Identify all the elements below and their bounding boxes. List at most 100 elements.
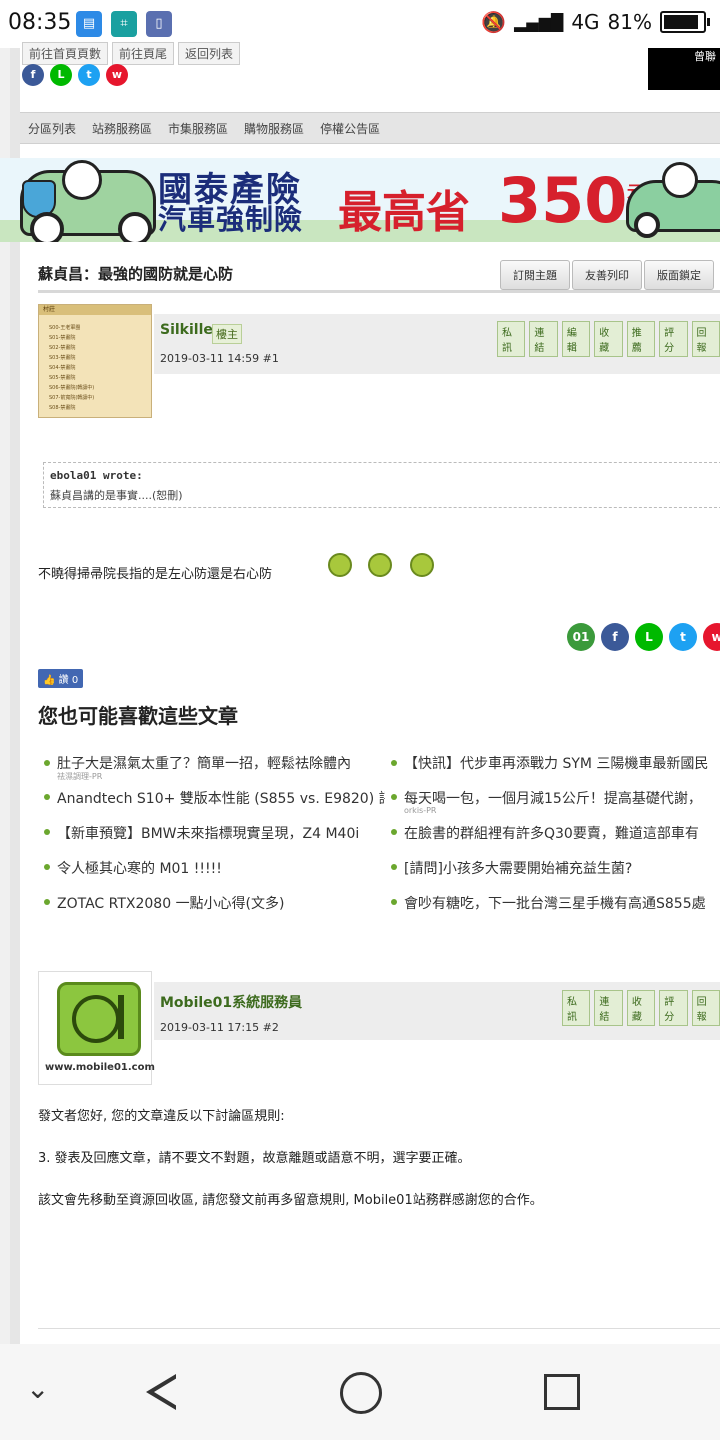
bullet-icon (44, 864, 50, 870)
post-time: 2019-03-11 17:15 #2 (160, 1021, 279, 1034)
like-button[interactable]: 👍 讚 0 (38, 669, 84, 688)
recommend-button[interactable]: 推薦 (626, 321, 656, 357)
bullet-icon (391, 864, 397, 870)
black-ad-text: 曾聯 (694, 50, 716, 63)
post-actions: 私訊 連結 編輯 收藏 推薦 評分 回報 (497, 321, 720, 357)
home-icon[interactable] (340, 1372, 382, 1414)
page-frame (10, 48, 20, 1344)
scan-icon: ⌗ (111, 11, 137, 37)
related-sponsor: 祛濕調理-PR (57, 772, 103, 781)
nav-item-suspension[interactable]: 停權公告區 (320, 120, 380, 137)
nav-item-shop-service[interactable]: 購物服務區 (244, 120, 304, 137)
like-label: 讚 0 (58, 675, 79, 686)
related-article[interactable]: 在臉書的群組裡有許多Q30要賣，難道這部車有 (404, 823, 720, 843)
battery-percent: 81% (607, 10, 652, 34)
banner-wheel (30, 212, 64, 242)
bullet-icon (391, 794, 397, 800)
bullet-icon (44, 794, 50, 800)
quote-box: ebola01 wrote: 蘇貞昌講的是事實....(恕刪) (43, 462, 720, 508)
status-time: 08:35 (8, 10, 72, 35)
line-share-icon[interactable]: L (635, 623, 663, 651)
avatar-row: S05-禁畫院 (49, 375, 76, 381)
file-icon: ▯ (146, 11, 172, 37)
facebook-share-icon[interactable]: f (601, 623, 629, 651)
post-time: 2019-03-11 14:59 #1 (160, 352, 279, 365)
weibo-icon[interactable]: w (106, 64, 128, 86)
message-icon: ▤ (76, 11, 102, 37)
related-article[interactable]: [請問]小孩多大需要開始補充益生菌? (404, 858, 720, 878)
battery-icon (660, 11, 710, 33)
edit-button[interactable]: 編輯 (561, 321, 591, 357)
title-divider (38, 290, 720, 293)
recent-apps-icon[interactable] (544, 1374, 580, 1410)
op-badge: 樓主 (212, 324, 242, 344)
bullet-icon (391, 760, 397, 766)
thumbs-up-icon: 👍 (43, 675, 56, 686)
banner-wheel (634, 212, 660, 238)
system-avatar[interactable]: www.mobile01.com (38, 971, 155, 1085)
black-ad[interactable]: 曾聯 (648, 48, 720, 90)
banner-person-left (62, 160, 102, 200)
banner-wheel (118, 212, 152, 242)
related-article[interactable]: 每天喝一包，一個月減15公斤！提高基礎代謝， (404, 788, 720, 808)
rate-button[interactable]: 評分 (659, 321, 688, 357)
post-footer-divider (38, 1328, 720, 1345)
report-button[interactable]: 回報 (691, 321, 720, 357)
banner-person-right (662, 162, 698, 198)
related-heading: 您也可能喜歡這些文章 (38, 704, 238, 728)
related-article[interactable]: 【新車預覽】BMW未來指標現實呈現，Z4 M40i (57, 823, 377, 843)
avatar-url: www.mobile01.com (45, 1062, 155, 1073)
emoticon-icon (368, 553, 392, 577)
post-body: 不曉得掃帚院長指的是左心防還是右心防 (38, 567, 273, 582)
signal-icon: ▂▄▆█ (514, 12, 564, 32)
banner-amount: 350 (498, 164, 628, 237)
network-type: 4G (571, 10, 600, 34)
post-actions: 私訊 連結 收藏 評分 回報 (562, 990, 720, 1026)
print-button[interactable]: 友善列印 (572, 260, 642, 290)
lock-button[interactable]: 版面鎖定 (644, 260, 714, 290)
twitter-icon[interactable]: t (78, 64, 100, 86)
bullet-icon (44, 829, 50, 835)
last-page-button[interactable]: 前往頁尾 (112, 42, 175, 65)
related-article[interactable]: 會吵有糖吃，下一批台灣三星手機有高通S855處 (404, 893, 720, 913)
avatar-row: S08-禁畫院 (49, 405, 76, 411)
nav-item-sections[interactable]: 分區列表 (28, 120, 76, 137)
related-article[interactable]: 【快訊】代步車再添戰力 SYM 三陽機車最新國民 (404, 753, 720, 773)
favorite-button[interactable]: 收藏 (594, 321, 623, 357)
rate-button[interactable]: 評分 (659, 990, 688, 1026)
android-nav-bar: ⌄ (0, 1344, 720, 1440)
link-button[interactable]: 連結 (594, 990, 623, 1026)
username[interactable]: Mobile01系統服務員 (160, 992, 302, 1012)
favorite-button[interactable]: 收藏 (626, 990, 656, 1026)
pm-button[interactable]: 私訊 (497, 321, 526, 357)
username[interactable]: Silkiller (160, 322, 220, 338)
line-icon[interactable]: L (50, 64, 72, 86)
twitter-share-icon[interactable]: t (669, 623, 697, 651)
avatar-row: S01-禁畫院 (49, 335, 76, 341)
thread-title: 蘇貞昌：最強的國防就是心防 (38, 265, 234, 283)
subscribe-button[interactable]: 訂閱主題 (500, 260, 570, 290)
avatar-row: S02-禁畫院 (49, 345, 76, 351)
top-buttons: 前往首頁頁數 前往頁尾 返回列表 (22, 42, 241, 65)
back-icon-inner (154, 1378, 177, 1406)
quote-author: ebola01 wrote: (50, 469, 143, 482)
related-article[interactable]: 令人極其心寒的 M01 !!!!! (57, 858, 377, 878)
mobile01-share-icon[interactable]: 01 (567, 623, 595, 651)
report-button[interactable]: 回報 (691, 990, 720, 1026)
ad-banner[interactable]: 國泰產險 汽車強制險 最高省 350 元 (0, 158, 720, 242)
related-article[interactable]: ZOTAC RTX2080 一點小心得(文多) (57, 893, 377, 913)
related-article[interactable]: 肚子大是濕氣太重了？簡單一招，輕鬆祛除體內 (57, 753, 377, 773)
pm-button[interactable]: 私訊 (562, 990, 591, 1026)
nav-item-site-service[interactable]: 站務服務區 (92, 120, 152, 137)
first-page-button[interactable]: 前往首頁頁數 (22, 42, 109, 65)
mobile01-logo-icon (57, 982, 141, 1056)
related-article[interactable]: Anandtech S10+ 雙版本性能 (S855 vs. E9820) 評 (57, 788, 385, 808)
link-button[interactable]: 連結 (529, 321, 558, 357)
avatar[interactable]: 村莊 S00-王老軍團 S01-禁畫院 S02-禁畫院 S03-禁畫院 S04-… (38, 304, 152, 418)
system-message-line2: 3. 發表及回應文章，請不要文不對題，故意離題或語意不明，選字要正確。 (38, 1151, 471, 1166)
chevron-down-icon[interactable]: ⌄ (26, 1372, 49, 1405)
facebook-icon[interactable]: f (22, 64, 44, 86)
nav-item-market-service[interactable]: 市集服務區 (168, 120, 228, 137)
web-page: 前往首頁頁數 前往頁尾 返回列表 f L t w 曾聯 分區列表 站務服務區 市… (0, 42, 720, 1345)
back-to-list-button[interactable]: 返回列表 (178, 42, 241, 65)
